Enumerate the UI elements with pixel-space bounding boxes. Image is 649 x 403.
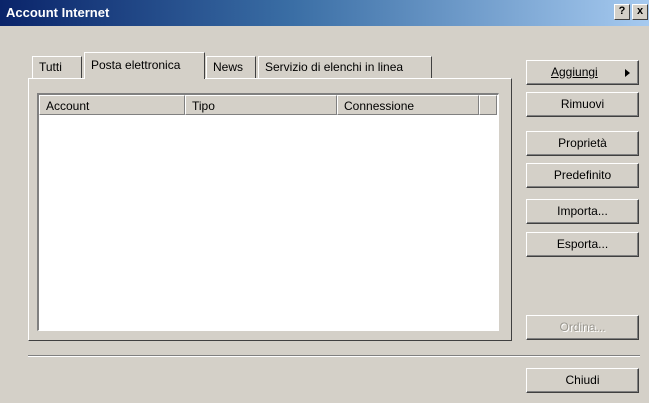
- import-button[interactable]: Importa...: [526, 199, 639, 224]
- help-button[interactable]: ?: [614, 4, 630, 20]
- tab-tutti[interactable]: Tutti: [32, 56, 82, 78]
- account-list[interactable]: Account Tipo Connessione: [37, 93, 499, 331]
- account-internet-dialog: Account Internet ? x Tutti Posta elettro…: [0, 0, 649, 403]
- column-header-connessione[interactable]: Connessione: [337, 95, 479, 115]
- tab-panel: Account Tipo Connessione: [28, 78, 512, 341]
- tab-posta-elettronica[interactable]: Posta elettronica: [84, 52, 205, 79]
- sort-button[interactable]: Ordina...: [526, 315, 639, 340]
- separator: [28, 355, 640, 357]
- properties-button[interactable]: Proprietà: [526, 131, 639, 156]
- remove-button[interactable]: Rimuovi: [526, 92, 639, 117]
- list-header: Account Tipo Connessione: [39, 95, 497, 115]
- add-button[interactable]: Aggiungi: [526, 60, 639, 85]
- close-dialog-button[interactable]: Chiudi: [526, 368, 639, 393]
- window-title: Account Internet: [6, 5, 110, 20]
- add-button-label: Aggiungi: [551, 65, 598, 79]
- column-header-filler: [479, 95, 497, 115]
- arrow-right-icon: [625, 69, 630, 77]
- close-button[interactable]: x: [632, 4, 648, 20]
- column-header-tipo[interactable]: Tipo: [185, 95, 337, 115]
- tab-news[interactable]: News: [206, 56, 256, 78]
- title-bar[interactable]: Account Internet ? x: [0, 0, 649, 26]
- export-button[interactable]: Esporta...: [526, 232, 639, 257]
- column-header-account[interactable]: Account: [39, 95, 185, 115]
- tab-servizio-elenchi[interactable]: Servizio di elenchi in linea: [258, 56, 432, 78]
- set-default-button[interactable]: Predefinito: [526, 163, 639, 188]
